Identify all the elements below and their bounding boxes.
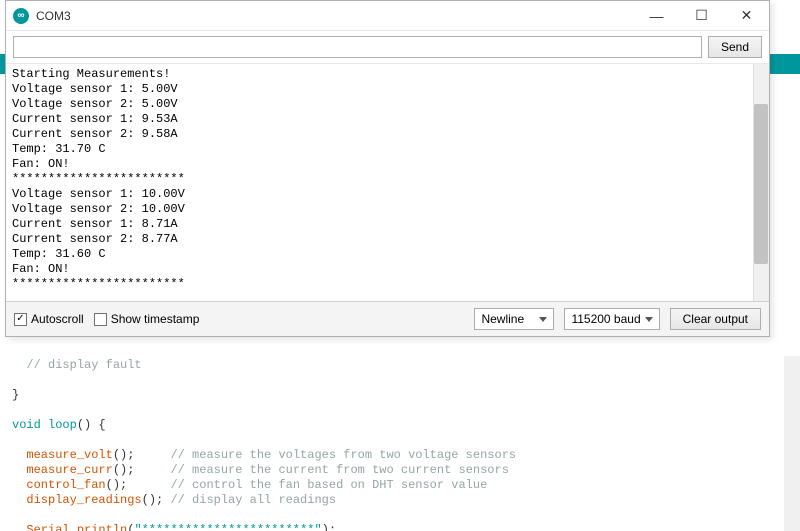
line-ending-value: Newline (481, 312, 524, 326)
console-output: Starting Measurements! Voltage sensor 1:… (6, 64, 769, 295)
checkbox-icon: ✓ (14, 313, 27, 326)
close-button[interactable]: ✕ (724, 1, 769, 31)
autoscroll-checkbox[interactable]: ✓ Autoscroll (14, 312, 84, 326)
titlebar: ∞ COM3 — ☐ ✕ (6, 1, 769, 31)
window-controls: — ☐ ✕ (634, 1, 769, 31)
autoscroll-label: Autoscroll (31, 312, 84, 326)
send-row: Send (6, 31, 769, 64)
serial-input[interactable] (13, 36, 702, 58)
send-button[interactable]: Send (708, 36, 762, 58)
timestamp-checkbox[interactable]: Show timestamp (94, 312, 200, 326)
code-scrollbar[interactable] (784, 356, 800, 531)
arduino-icon: ∞ (13, 8, 29, 24)
serial-console: Starting Measurements! Voltage sensor 1:… (6, 64, 769, 301)
baud-value: 115200 baud (571, 312, 640, 326)
serial-bottom-bar: ✓ Autoscroll Show timestamp Newline 1152… (6, 301, 769, 336)
baud-select[interactable]: 115200 baud (564, 308, 659, 330)
code-editor[interactable]: // display fault } void loop() { measure… (0, 356, 800, 531)
maximize-button[interactable]: ☐ (679, 1, 724, 31)
checkbox-icon (94, 313, 107, 326)
window-title: COM3 (36, 9, 634, 23)
console-scrollbar[interactable] (753, 64, 769, 301)
minimize-button[interactable]: — (634, 1, 679, 31)
clear-output-button[interactable]: Clear output (670, 308, 761, 330)
line-ending-select[interactable]: Newline (474, 308, 554, 330)
console-scrollbar-thumb[interactable] (754, 104, 768, 264)
serial-monitor-window: ∞ COM3 — ☐ ✕ Send Starting Measurements!… (5, 0, 770, 337)
timestamp-label: Show timestamp (111, 312, 200, 326)
